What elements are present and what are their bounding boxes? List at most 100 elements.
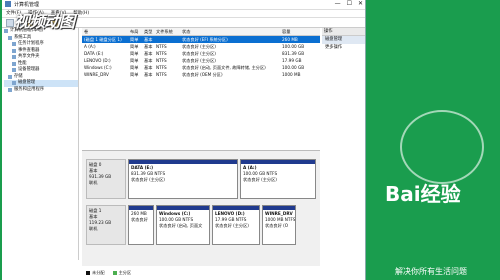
cell-volume: Windows (C:) [84,65,112,70]
col-type[interactable]: 类型 [144,28,156,35]
back-icon[interactable] [6,18,14,27]
disk-1: 磁盘 1 基本 119.23 GB 联机 260 MB 状态良好 Windows … [86,205,316,245]
table-row[interactable]: WINRE_DRV 简单 基本 NTFS 状态良好 (OEM 分区) 1000 MB [82,71,320,78]
table-row[interactable]: Windows (C:) 简单 基本 NTFS 状态良好 (启动, 页面文件, 故障转储… [82,64,320,71]
partition-status: 状态良好 (启动, 页面文 [159,223,203,228]
cell-status: 状态良好 (OEM 分区) [182,72,223,77]
partition-status: 状态良好 (主分区) [243,177,277,182]
partition-efi[interactable]: 260 MB 状态良好 [128,205,154,245]
performance-icon [12,61,16,66]
disk-0: 磁盘 0 基本 931.39 GB 联机 DATA (E:) 831.39 GB … [86,159,316,199]
maximize-button[interactable]: ☐ [347,0,352,7]
legend-unallocated: 未分配 [86,270,105,276]
disk-status: 联机 [89,180,98,185]
action-more[interactable]: 更多操作 [322,44,365,52]
cell-volume: LENOVO (D:) [84,58,111,63]
cell-capacity: 831.39 GB [282,51,305,56]
cell-volume: WINRE_DRV [84,72,109,77]
col-filesystem[interactable]: 文件系统 [156,28,182,35]
partition-data-e[interactable]: DATA (E:) 831.39 GB NTFS 状态良好 (主分区) [128,159,238,199]
shared-folder-icon [12,55,16,60]
partition-winre[interactable]: WINRE_DRV 1000 MB NTFS 状态良好 (O [262,205,296,245]
cell-layout: 简单 [130,58,139,63]
cell-type: 基本 [144,72,153,77]
col-layout[interactable]: 布局 [130,28,144,35]
clock-icon [12,42,16,47]
cell-type: 基本 [144,65,153,70]
cell-capacity: 17.99 GB [282,58,302,63]
cell-fs: NTFS [156,58,167,63]
menu-help[interactable]: 帮助(H) [73,10,89,17]
table-row[interactable]: DATA (E:) 简单 基本 NTFS 状态良好 (主分区) 831.39 GB [82,50,320,57]
computer-management-window: 计算机管理 — ☐ ✕ 文件(F) 操作(A) 查看(V) 帮助(H) 计算机管… [2,0,366,280]
cell-fs [156,36,182,43]
cell-fs: NTFS [156,65,167,70]
actions-header: 操作 [322,28,365,36]
cell-capacity: 100.00 GB [282,65,305,70]
col-status[interactable]: 状态 [182,28,282,35]
cell-layout: 简单 [130,72,139,77]
disk-status: 联机 [89,226,98,231]
tools-icon [8,35,12,40]
partition-a[interactable]: A (A:) 100.00 GB NTFS 状态良好 (主分区) [240,159,316,199]
cell-fs: NTFS [156,72,167,77]
col-capacity[interactable]: 容量 [282,28,316,35]
services-icon [8,87,12,92]
partition-status: 状态良好 [131,217,148,222]
baidu-logo: Bai经验 [385,182,461,206]
window-title: 计算机管理 [14,2,40,8]
partition-status: 状态良好 (主分区) [131,177,165,182]
cell-fs: NTFS [156,44,167,49]
table-row[interactable]: LENOVO (D:) 简单 基本 NTFS 状态良好 (主分区) 17.99 GB [82,57,320,64]
col-volume[interactable]: 卷 [82,28,130,35]
computer-management-icon [5,1,11,7]
table-row[interactable]: (磁盘 1 磁盘分区 1) 简单 基本 状态良好 (EFI 系统分区) 260 MB [82,36,320,43]
storage-icon [8,74,12,79]
cell-status: 状态良好 (EFI 系统分区) [182,37,228,42]
action-disk-management[interactable]: 磁盘管理 [322,36,365,44]
partition-status: 状态良好 (O [265,223,289,228]
cell-layout: 简单 [130,51,139,56]
table-row[interactable]: A (A:) 简单 基本 NTFS 状态良好 (主分区) 100.00 GB [82,43,320,50]
partition-status: 状态良好 (主分区) [215,223,249,228]
disk-0-label[interactable]: 磁盘 0 基本 931.39 GB 联机 [86,159,126,199]
cell-volume: DATA (E:) [84,51,104,56]
cell-fs: NTFS [156,51,167,56]
cell-layout: 简单 [130,37,139,42]
cell-layout: 简单 [130,44,139,49]
table-header: 卷 布局 类型 文件系统 状态 容量 [82,28,320,36]
device-icon [12,68,16,73]
cell-volume: (磁盘 1 磁盘分区 1) [84,37,122,42]
cell-status: 状态良好 (主分区) [182,44,216,49]
tree-item-services[interactable]: 服务和应用程序 [4,87,78,94]
cell-status: 状态良好 (主分区) [182,51,216,56]
cell-capacity: 1000 MB [282,72,301,77]
close-button[interactable]: ✕ [358,0,363,7]
cell-type: 基本 [144,37,153,42]
event-icon [12,48,16,53]
watermark: 视频动图 [14,12,75,31]
actions-pane: 操作 磁盘管理 更多操作 [322,28,365,52]
legend-label: 未分配 [92,270,105,275]
cell-type: 基本 [144,58,153,63]
cell-volume: A (A:) [84,44,96,49]
disk-1-label[interactable]: 磁盘 1 基本 119.23 GB 联机 [86,205,126,245]
navigation-tree: 计算机管理(本地) 系统工具 任务计划程序 事件查看器 共享文件夹 性能 设备管… [4,28,79,260]
unallocated-swatch [86,271,90,275]
cell-layout: 简单 [130,65,139,70]
computer-icon [4,29,8,34]
cell-capacity: 260 MB [282,37,298,42]
legend: 未分配 主分区 [86,270,131,276]
partition-lenovo-d[interactable]: LENOVO (D:) 17.99 GB NTFS 状态良好 (主分区) [212,205,260,245]
cell-status: 状态良好 (启动, 页面文件, 故障转储, 主分区) [182,65,266,70]
cell-status: 状态良好 (主分区) [182,58,216,63]
primary-swatch [112,271,117,275]
partition-windows-c[interactable]: Windows (C:) 100.00 GB NTFS 状态良好 (启动, 页面文 [156,205,210,245]
slogan: 解决你所有生活问题 [395,267,467,276]
cell-type: 基本 [144,51,153,56]
minimize-button[interactable]: — [335,0,341,7]
volume-table: 卷 布局 类型 文件系统 状态 容量 (磁盘 1 磁盘分区 1) 简单 基本 状态良好… [82,28,320,78]
disk-icon [12,81,16,86]
disk-map: 磁盘 0 基本 931.39 GB 联机 DATA (E:) 831.39 GB … [82,150,320,266]
cartoon-illustration [400,110,484,184]
